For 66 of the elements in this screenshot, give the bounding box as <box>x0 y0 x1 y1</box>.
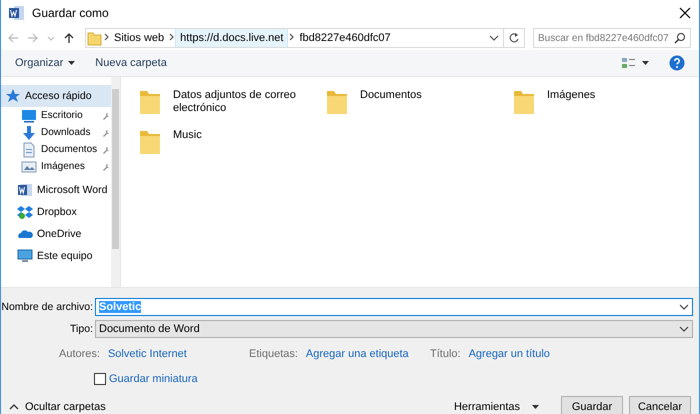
address-bar[interactable]: Sitios web https://d.docs.live.net fbd8227e460dfc07 <box>85 28 525 48</box>
window-title: Guardar como <box>32 6 109 20</box>
document-icon <box>21 142 37 158</box>
type-dropdown[interactable]: Documento de Word <box>95 320 693 338</box>
forward-arrow-icon <box>27 32 39 44</box>
chevron-right-icon <box>169 32 174 40</box>
sidebar-item[interactable]: Escritorio <box>41 110 99 121</box>
scrollbar[interactable] <box>111 77 120 287</box>
hide-folders-button[interactable]: Ocultar carpetas <box>9 400 106 412</box>
sidebar-item[interactable]: Dropbox <box>1 201 111 223</box>
search-field[interactable]: Buscar en fbd8227e460dfc07 <box>533 28 691 48</box>
property-label: Etiquetas: <box>249 348 298 360</box>
chevron-down-icon <box>47 35 55 41</box>
chevron-down-icon <box>679 326 689 332</box>
toolbar-button[interactable]: Nueva carpeta <box>95 55 167 71</box>
folder-name[interactable]: Datos adjuntos de correo electrónico <box>173 87 303 115</box>
folder-icon <box>86 30 103 46</box>
sidebar-item[interactable]: Acceso rápido <box>1 85 111 107</box>
breadcrumb[interactable]: https://d.docs.live.net <box>175 29 288 47</box>
dropdown-caret-icon <box>489 35 499 41</box>
sidebar-item[interactable]: Downloads <box>41 127 99 138</box>
star-icon <box>5 88 21 104</box>
chevron-down-icon <box>679 304 689 310</box>
property-link[interactable]: Agregar una etiqueta <box>306 348 409 360</box>
property-link[interactable]: Agregar un título <box>468 348 550 360</box>
property-label: Título: <box>430 348 461 360</box>
help-icon[interactable] <box>669 55 685 71</box>
cancel-button[interactable]: Cancelar <box>629 396 691 414</box>
app-icon <box>9 5 25 21</box>
folder-name[interactable]: Documentos <box>360 87 490 102</box>
sidebar-item[interactable]: OneDrive <box>1 223 111 245</box>
sidebar-item[interactable]: Imágenes <box>41 161 99 172</box>
download-icon <box>21 124 37 140</box>
chevron-right-icon <box>104 32 109 40</box>
property-label: Autores: <box>59 348 100 360</box>
caret-icon <box>642 61 649 65</box>
property-link[interactable]: Solvetic Internet <box>108 348 187 360</box>
caret-icon <box>68 61 76 65</box>
image-icon <box>21 158 37 174</box>
field-label: Tipo: <box>69 323 94 335</box>
field-label: Nombre de archivo: <box>1 301 94 313</box>
computer-icon <box>17 248 33 264</box>
folder-name[interactable]: Imágenes <box>547 87 677 102</box>
save-button[interactable]: Guardar <box>561 396 623 414</box>
folder-name[interactable]: Music <box>173 127 303 142</box>
view-icon[interactable] <box>621 57 636 69</box>
refresh-icon[interactable] <box>508 32 520 44</box>
up-arrow-icon[interactable] <box>63 32 75 44</box>
close-icon[interactable] <box>679 7 691 19</box>
sidebar-item[interactable]: Microsoft Word <box>1 179 111 201</box>
chevron-right-icon <box>289 32 294 40</box>
chevron-up-icon <box>9 404 19 410</box>
back-arrow-icon <box>7 32 19 44</box>
checkbox-label[interactable]: Guardar miniatura <box>109 373 198 385</box>
menu-button[interactable]: Organizar <box>15 55 76 71</box>
search-icon <box>674 32 686 44</box>
sidebar-item[interactable]: Este equipo <box>1 245 111 267</box>
breadcrumb[interactable]: fbd8227e460dfc07 <box>295 29 395 47</box>
breadcrumb[interactable]: Sitios web <box>110 29 168 47</box>
monitor-icon <box>21 108 37 124</box>
dropbox-icon <box>17 204 33 220</box>
checkbox[interactable] <box>94 373 106 385</box>
sidebar-item[interactable]: Documentos <box>41 144 99 155</box>
word-icon <box>17 182 33 198</box>
tools-button[interactable]: Herramientas <box>448 400 545 414</box>
caret-icon <box>532 404 539 408</box>
